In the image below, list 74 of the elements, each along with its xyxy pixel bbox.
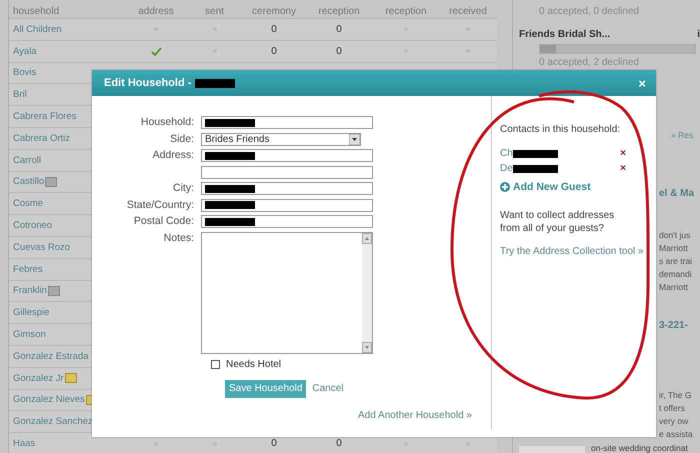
contact-name[interactable]: Ch: [500, 148, 513, 159]
checkbox[interactable]: [211, 360, 220, 368]
reservation-link[interactable]: » Res: [671, 130, 700, 140]
table-cell: 0: [305, 40, 373, 63]
household-link[interactable]: Bovis: [13, 67, 36, 78]
notes-field[interactable]: [201, 232, 373, 354]
body-text: on-site wedding coordinat: [591, 443, 688, 453]
body-text: very ow: [659, 415, 690, 428]
table-cell: 0: [305, 19, 373, 41]
household-link[interactable]: Cabrera Flores: [13, 111, 76, 122]
household-link[interactable]: Castillo: [13, 176, 44, 188]
household-link[interactable]: Cosme: [13, 198, 44, 210]
cancel-link[interactable]: Cancel: [312, 383, 344, 394]
household-link[interactable]: Febres: [13, 264, 43, 275]
contacts-heading: Contacts in this household:: [500, 124, 620, 135]
body-text: t offers: [659, 402, 686, 415]
address-collection-link[interactable]: Try the Address Collection tool »: [500, 245, 644, 258]
body-text: Marriott: [659, 242, 689, 255]
dropdown-arrow-icon: [349, 134, 360, 144]
field-label: Notes:: [162, 232, 195, 244]
field-label: Address:: [152, 149, 195, 162]
body-text: ir, The G: [659, 389, 692, 402]
household-link[interactable]: Gonzalez Sanchez: [13, 416, 93, 428]
rsvp-status: 0 accepted, 2 declined: [538, 57, 640, 68]
household-link[interactable]: Franklin: [13, 285, 47, 296]
remove-button[interactable]: ×: [620, 163, 626, 174]
table-cell: 0: [243, 19, 305, 41]
field-label: Household:: [140, 116, 195, 129]
input-field[interactable]: [201, 149, 373, 162]
input-field[interactable]: [201, 182, 373, 195]
checkmark-icon: [150, 46, 162, 56]
remove-button[interactable]: ×: [620, 148, 626, 159]
checkbox-label: Needs Hotel: [226, 358, 282, 370]
rsvp-status: 0 accepted, 0 declined: [538, 6, 640, 17]
household-link[interactable]: Bril: [13, 89, 27, 100]
field-label: Postal Code:: [132, 215, 195, 228]
add-another-link[interactable]: Add Another Household »: [358, 410, 472, 420]
input-field[interactable]: [201, 166, 373, 178]
input-field[interactable]: [201, 198, 373, 212]
contact-name[interactable]: De: [500, 163, 513, 174]
household-link[interactable]: Gimson: [13, 329, 46, 340]
body-text: Marriott: [659, 281, 689, 294]
household-link[interactable]: Haas: [13, 438, 36, 450]
household-link[interactable]: Gonzalez Nieves: [13, 394, 85, 406]
household-link[interactable]: Ayala: [13, 46, 37, 57]
body-text: demandi: [659, 268, 693, 281]
household-link[interactable]: Cuevas Rozo: [13, 242, 70, 253]
save-button[interactable]: Save Household: [225, 380, 306, 398]
field-label: City:: [172, 182, 195, 195]
household-link[interactable]: Cabrera Ortiz: [13, 132, 70, 144]
add-guest-link[interactable]: Add New Guest: [500, 181, 591, 193]
household-link[interactable]: Gonzalez Estrada: [13, 350, 89, 362]
household-link[interactable]: Carroll: [13, 154, 41, 166]
field-label: State/Country:: [126, 198, 195, 212]
section-heading: 3-221-: [659, 320, 689, 331]
event-tag: i: [697, 29, 700, 40]
plus-circle-icon: [500, 182, 510, 192]
input-field[interactable]: [201, 116, 373, 129]
prompt-text: Want to collect addresses from all of your guests?: [500, 209, 616, 235]
household-link[interactable]: Gonzalez Jr: [13, 372, 64, 384]
input-field[interactable]: [201, 215, 373, 228]
body-text: e assista: [659, 428, 694, 441]
field-label: Side:: [169, 132, 195, 146]
household-link[interactable]: Gillespie: [13, 307, 50, 318]
body-text: don't jus: [659, 229, 692, 242]
household-link[interactable]: Cotroneo: [13, 220, 52, 232]
dropdown[interactable]: Brides Friends: [201, 132, 361, 146]
table-cell: 0: [243, 40, 305, 63]
event-title: Friends Bridal Sh...: [519, 29, 610, 40]
body-text: s are trai: [659, 255, 694, 268]
section-heading: el & Ma: [659, 188, 696, 199]
dialog-title: Edit Household -: [104, 77, 192, 89]
close-button[interactable]: ×: [638, 76, 646, 90]
household-link[interactable]: All Children: [13, 24, 62, 35]
